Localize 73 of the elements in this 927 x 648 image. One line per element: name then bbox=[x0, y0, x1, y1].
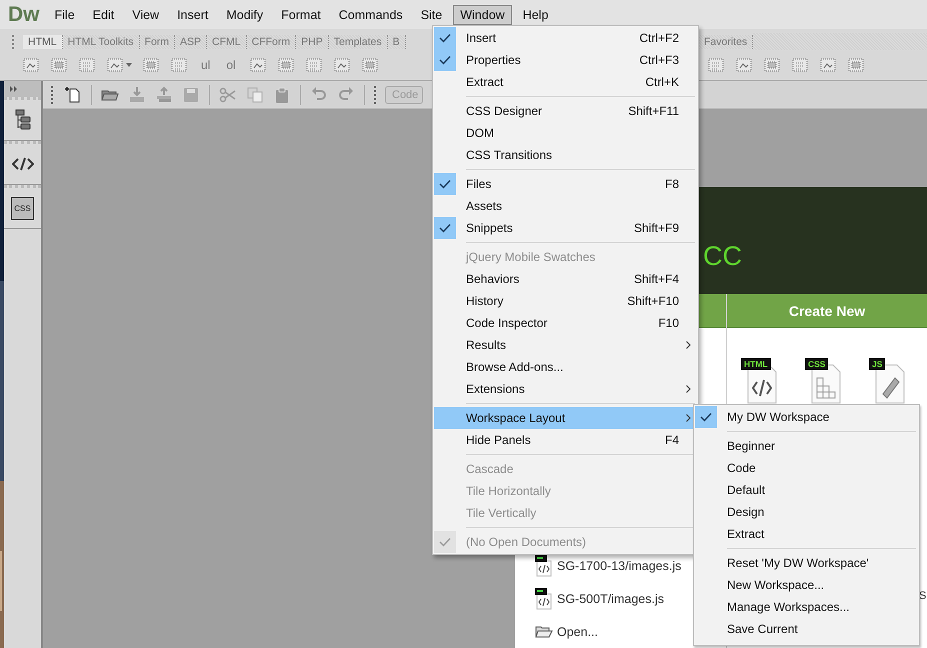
check-icon bbox=[439, 179, 451, 189]
dotted-box-icon[interactable] bbox=[304, 56, 323, 74]
check-icon bbox=[439, 223, 451, 233]
app-logo: Dw bbox=[8, 2, 40, 26]
menu-item[interactable]: Browse Add-ons... bbox=[434, 356, 697, 378]
menu-item[interactable]: Code Inspector F10 bbox=[434, 312, 697, 334]
menu-item[interactable]: Assets bbox=[434, 195, 697, 217]
dotted-box-icon[interactable] bbox=[276, 56, 295, 74]
dotted-box-icon[interactable] bbox=[818, 56, 837, 74]
menu-item[interactable]: Design bbox=[695, 501, 918, 523]
dotted-box-icon[interactable] bbox=[846, 56, 865, 74]
dotted-box-icon[interactable] bbox=[332, 56, 351, 74]
code-file-icon bbox=[535, 588, 553, 610]
menu-item[interactable]: Site bbox=[414, 4, 450, 24]
dotted-box-icon[interactable] bbox=[360, 56, 379, 74]
menu-item[interactable]: File bbox=[48, 4, 82, 24]
menu-item[interactable]: Files F8 bbox=[434, 173, 697, 195]
menu-item[interactable]: Insert Ctrl+F2 bbox=[434, 27, 697, 49]
column-header: Create New bbox=[727, 294, 927, 328]
menu-item[interactable]: View bbox=[125, 4, 166, 24]
dotted-box-icon[interactable] bbox=[790, 56, 809, 74]
menu-item[interactable]: DOM bbox=[434, 122, 697, 144]
menu-item[interactable]: Extract Ctrl+K bbox=[434, 71, 697, 93]
check-icon bbox=[439, 537, 451, 547]
dotted-box-icon[interactable] bbox=[22, 56, 40, 74]
scissors-icon[interactable] bbox=[219, 86, 237, 104]
menu-item[interactable]: Behaviors Shift+F4 bbox=[434, 268, 697, 290]
menu-item[interactable]: Default bbox=[695, 479, 918, 501]
code-icon[interactable] bbox=[12, 157, 34, 171]
cut-off-text: S bbox=[919, 590, 926, 602]
menu-item[interactable]: Modify bbox=[219, 4, 270, 24]
toolbar-tab[interactable]: HTML bbox=[23, 34, 63, 48]
menu-item[interactable]: Properties Ctrl+F3 bbox=[434, 49, 697, 71]
welcome-title: CC bbox=[703, 241, 742, 272]
menu-item[interactable]: My DW Workspace bbox=[695, 406, 918, 428]
dotted-box-icon[interactable] bbox=[106, 56, 124, 74]
upload-icon[interactable] bbox=[155, 86, 173, 104]
menu-item[interactable]: Help bbox=[516, 4, 556, 24]
download-icon[interactable] bbox=[128, 86, 146, 104]
menu-item[interactable]: Commands bbox=[332, 4, 410, 24]
clipboard-icon[interactable] bbox=[273, 86, 291, 104]
menu-item[interactable]: Extensions bbox=[434, 378, 697, 400]
copy-icon[interactable] bbox=[246, 86, 264, 104]
menu-item[interactable]: Format bbox=[274, 4, 328, 24]
menu-item[interactable]: History Shift+F10 bbox=[434, 290, 697, 312]
tree-icon[interactable] bbox=[14, 109, 30, 131]
dotted-box-icon[interactable] bbox=[734, 56, 753, 74]
dotted-box-icon[interactable] bbox=[706, 56, 725, 74]
dotted-box-icon[interactable] bbox=[50, 56, 68, 74]
check-icon bbox=[439, 55, 451, 65]
folder-icon bbox=[535, 625, 553, 639]
dotted-box-icon[interactable] bbox=[142, 56, 160, 74]
menu-item[interactable]: Snippets Shift+F9 bbox=[434, 217, 697, 239]
check-icon bbox=[700, 412, 712, 422]
menu-item[interactable]: Code bbox=[695, 457, 918, 479]
menu-item[interactable]: Window bbox=[453, 4, 512, 24]
check-icon bbox=[439, 33, 451, 43]
dotted-box-icon[interactable] bbox=[78, 56, 96, 74]
menu-item[interactable]: Edit bbox=[86, 4, 122, 24]
menu-item[interactable]: Extract bbox=[695, 523, 918, 545]
menu-item[interactable]: CSS Designer Shift+F11 bbox=[434, 100, 697, 122]
new-file-icon[interactable] bbox=[64, 86, 82, 104]
dotted-box-icon[interactable] bbox=[248, 56, 267, 74]
menu-item[interactable]: Hide Panels F4 bbox=[434, 429, 697, 451]
menu-item[interactable]: Results bbox=[434, 334, 697, 356]
menu-item[interactable]: Beginner bbox=[695, 435, 918, 457]
expand-icon[interactable] bbox=[10, 86, 18, 92]
caret-icon[interactable] bbox=[126, 63, 132, 67]
menu-item[interactable]: Insert bbox=[170, 4, 216, 24]
css-icon[interactable]: CSS bbox=[11, 196, 34, 220]
dotted-box-icon[interactable] bbox=[762, 56, 781, 74]
menu-item[interactable]: CSS Transitions bbox=[434, 144, 697, 166]
dotted-box-icon[interactable] bbox=[170, 56, 188, 74]
